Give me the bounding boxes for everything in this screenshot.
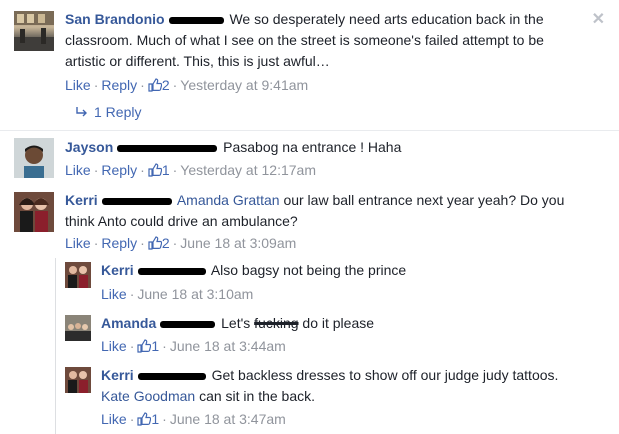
avatar[interactable] [14,192,54,232]
commenter-name[interactable]: San Brandonio [65,11,226,27]
reply-button[interactable]: Reply [101,77,137,93]
like-button[interactable]: Like [101,286,127,302]
reply-actions: Like · June 18 at 3:10am [101,286,254,302]
reply-text: Let's fucking do it please [221,315,375,331]
comment-timestamp[interactable]: Yesterday at 12:17am [180,162,316,178]
avatar[interactable] [65,315,91,341]
reply-text: Get backless dresses to show off our jud… [211,367,559,383]
reply-text: Also bagsy not being the prince [210,262,407,278]
close-icon[interactable]: ✕ [592,9,605,29]
commenter-name[interactable]: Jayson [65,139,219,155]
thumbs-up-icon[interactable] [148,236,162,250]
like-count[interactable]: 1 [162,162,170,178]
reply-text-continued: can sit in the back. [199,388,316,404]
comment-text: Pasabog na entrance ! Haha [223,139,402,155]
reply-arrow-icon [76,107,87,117]
divider [0,130,619,131]
street-photo-icon [14,11,54,51]
commenter-name[interactable]: Kerri [65,192,174,208]
like-count[interactable]: 2 [162,77,170,93]
like-count[interactable]: 1 [151,338,159,354]
comment-timestamp[interactable]: Yesterday at 9:41am [180,77,308,93]
mention-link[interactable]: Amanda Grattan [177,192,280,208]
commenter-name[interactable]: Amanda [101,315,217,331]
thumbs-up-icon[interactable] [148,163,162,177]
avatar[interactable] [14,11,54,51]
view-replies-link[interactable]: 1 Reply [76,104,141,120]
like-button[interactable]: Like [65,77,91,93]
reply-timestamp[interactable]: June 18 at 3:47am [170,411,286,427]
thumbs-up-icon[interactable] [148,78,162,92]
reply-timestamp[interactable]: June 18 at 3:10am [137,286,253,302]
reply-actions: Like · 1 · June 18 at 3:47am [101,411,286,427]
group-photo-icon [65,367,91,393]
like-button[interactable]: Like [101,338,127,354]
reply-thread-line [55,258,56,434]
reply-button[interactable]: Reply [101,235,137,251]
comment-actions: Like · Reply · 2 · Yesterday at 9:41am [65,77,309,93]
avatar[interactable] [65,262,91,288]
mention-link[interactable]: Kate Goodman [101,388,195,404]
like-button[interactable]: Like [101,411,127,427]
like-button[interactable]: Like [65,235,91,251]
commenter-name[interactable]: Kerri [101,367,208,383]
group-photo-icon [14,192,54,232]
avatar[interactable] [14,138,54,178]
comment-actions: Like · Reply · 2 · June 18 at 3:09am [65,235,297,251]
like-count[interactable]: 1 [151,411,159,427]
commenter-name[interactable]: Kerri [101,262,208,278]
group-photo-icon [65,315,91,341]
like-count[interactable]: 2 [162,235,170,251]
like-button[interactable]: Like [65,162,91,178]
avatar[interactable] [65,367,91,393]
group-photo-icon [65,262,91,288]
comment-timestamp[interactable]: June 18 at 3:09am [180,235,296,251]
reply-timestamp[interactable]: June 18 at 3:44am [170,338,286,354]
comment-actions: Like · Reply · 1 · Yesterday at 12:17am [65,162,316,178]
thumbs-up-icon[interactable] [137,412,152,426]
thumbs-up-icon[interactable] [137,339,152,353]
reply-button[interactable]: Reply [101,162,137,178]
person-photo-icon [14,138,54,178]
reply-actions: Like · 1 · June 18 at 3:44am [101,338,286,354]
